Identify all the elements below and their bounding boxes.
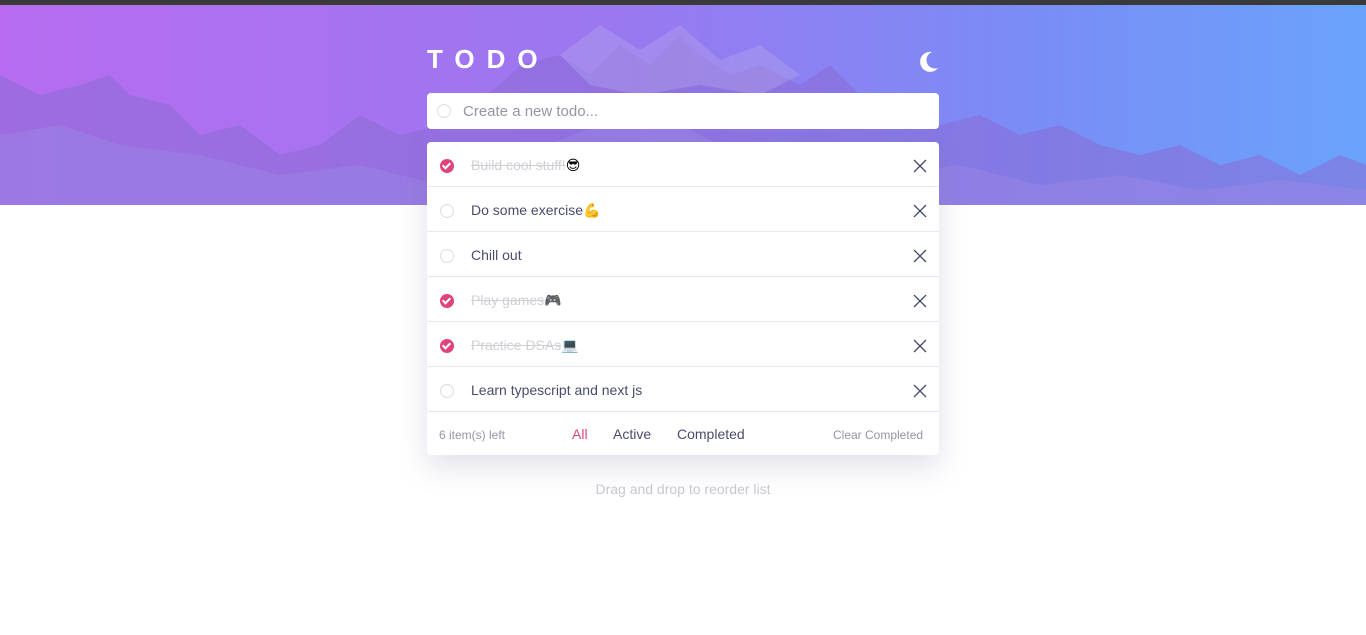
todo-text: Do some exercise💪 (471, 202, 601, 218)
todo-text: Learn typescript and next js (471, 382, 643, 398)
muscle-emoji: 💪 (583, 202, 601, 218)
clear-completed-button[interactable]: Clear Completed (833, 428, 923, 442)
items-left-count: 6 item(s) left (439, 428, 506, 442)
filter-completed[interactable]: Completed (677, 426, 745, 442)
delete-icon[interactable] (913, 159, 927, 173)
todo-item[interactable]: Play games🎮 (427, 277, 939, 322)
filter-all[interactable]: All (572, 426, 588, 442)
todo-checkbox[interactable] (440, 204, 454, 218)
todo-checkbox[interactable] (440, 159, 454, 173)
todo-text: Play games🎮 (471, 292, 562, 308)
todo-checkbox[interactable] (440, 339, 454, 353)
moon-icon (920, 51, 938, 72)
drag-drop-hint: Drag and drop to reorder list (595, 481, 771, 497)
todo-checkbox[interactable] (440, 384, 454, 398)
laptop-emoji: 💻 (561, 337, 579, 353)
filter-active[interactable]: Active (613, 426, 651, 442)
todo-item[interactable]: Build cool stuff!😎 (427, 142, 939, 187)
new-todo-check-circle (437, 104, 451, 118)
todo-list-card: Build cool stuff!😎 Do some exercise💪 Chi… (427, 142, 939, 455)
todo-checkbox[interactable] (440, 294, 454, 308)
todo-checkbox[interactable] (440, 249, 454, 263)
todo-item[interactable]: Practice DSAs💻 (427, 322, 939, 367)
todo-item[interactable]: Chill out (427, 232, 939, 277)
todo-footer: 6 item(s) left All Active Completed Clea… (427, 412, 939, 455)
delete-icon[interactable] (913, 384, 927, 398)
todo-text: Practice DSAs💻 (471, 337, 579, 353)
delete-icon[interactable] (913, 294, 927, 308)
theme-toggle-button[interactable] (915, 49, 941, 75)
new-todo-form (427, 93, 939, 129)
delete-icon[interactable] (913, 204, 927, 218)
sunglasses-emoji: 😎 (565, 157, 581, 173)
new-todo-input[interactable] (463, 93, 923, 129)
todo-text: Chill out (471, 247, 522, 263)
todo-item[interactable]: Learn typescript and next js (427, 367, 939, 412)
delete-icon[interactable] (913, 339, 927, 353)
game-controller-emoji: 🎮 (544, 292, 562, 308)
app-title: TODO (427, 44, 550, 74)
todo-item[interactable]: Do some exercise💪 (427, 187, 939, 232)
todo-text: Build cool stuff!😎 (471, 157, 581, 173)
delete-icon[interactable] (913, 249, 927, 263)
